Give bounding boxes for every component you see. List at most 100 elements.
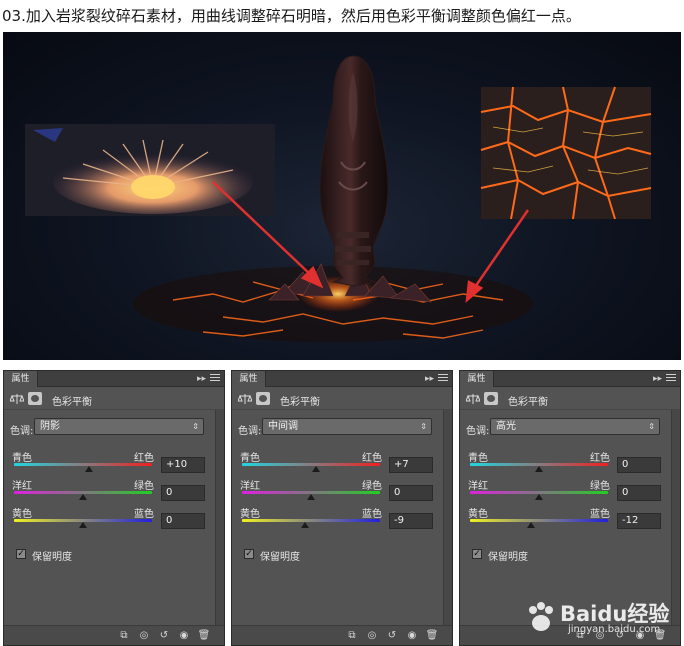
properties-panels: 属性 ▸▸ 色彩平衡色调: 阴影 ⇕ 青色 红色 +10 洋红 绿色 0 黄色 蓝色 0 ✓ 保留明度 ⧉ ◎ ↺ ◉… bbox=[0, 362, 684, 646]
magenta-green-slider-thumb[interactable] bbox=[307, 494, 315, 500]
cyan-red-left-label: 青色 bbox=[12, 453, 32, 464]
collapse-icon[interactable]: ▸▸ bbox=[653, 373, 662, 385]
cyan-red-value-field[interactable]: +7 bbox=[389, 457, 433, 473]
panel-menu-icon[interactable] bbox=[438, 374, 448, 383]
magenta-green-left-label: 洋红 bbox=[240, 481, 260, 492]
yellow-blue-slider-track[interactable] bbox=[470, 519, 608, 522]
eye-icon[interactable]: ◉ bbox=[404, 629, 420, 643]
tone-value: 高光 bbox=[496, 421, 516, 432]
tab-properties[interactable]: 属性 bbox=[232, 371, 266, 387]
magenta-green-slider-thumb[interactable] bbox=[79, 494, 87, 500]
yellow-blue-slider-thumb[interactable] bbox=[79, 522, 87, 528]
layer-mask-icon[interactable] bbox=[256, 392, 270, 405]
clip-to-layer-icon[interactable]: ⧉ bbox=[116, 629, 132, 643]
panel-scrollbar[interactable] bbox=[215, 410, 224, 626]
tone-label: 色调: bbox=[10, 426, 34, 437]
panel-header: 色彩平衡 bbox=[232, 388, 452, 410]
panel-tabbar: 属性 ▸▸ bbox=[460, 371, 680, 387]
tone-value: 阴影 bbox=[40, 421, 60, 432]
tone-dropdown[interactable]: 中间调 ⇕ bbox=[262, 418, 432, 435]
yellow-blue-value-field[interactable]: -9 bbox=[389, 513, 433, 529]
dropdown-arrows-icon: ⇕ bbox=[420, 422, 427, 431]
paw-logo-icon bbox=[529, 602, 553, 631]
view-previous-icon[interactable]: ◎ bbox=[364, 629, 380, 643]
trash-icon[interactable]: 🗑 bbox=[196, 629, 212, 643]
balance-scale-icon bbox=[238, 394, 252, 404]
yellow-blue-value-field[interactable]: -12 bbox=[617, 513, 661, 529]
shard-burst-thumbnail bbox=[25, 124, 275, 216]
dropdown-arrows-icon: ⇕ bbox=[648, 422, 655, 431]
magenta-green-value-field[interactable]: 0 bbox=[617, 485, 661, 501]
collapse-icon[interactable]: ▸▸ bbox=[197, 373, 206, 385]
preserve-luminosity-checkbox[interactable]: ✓ bbox=[16, 549, 26, 559]
panel-menu-icon[interactable] bbox=[666, 374, 676, 383]
lava-texture-thumbnail bbox=[480, 86, 652, 220]
panel-footer: ⧉ ◎ ↺ ◉ 🗑 bbox=[4, 625, 224, 645]
yellow-blue-slider-track[interactable] bbox=[242, 519, 380, 522]
panel-menu-icon[interactable] bbox=[210, 374, 220, 383]
magenta-green-value-field[interactable]: 0 bbox=[389, 485, 433, 501]
magenta-green-right-label: 绿色 bbox=[362, 481, 382, 492]
panel-scrollbar[interactable] bbox=[443, 410, 452, 626]
watermark-url: jingyan.baidu.com bbox=[568, 624, 661, 635]
tone-label: 色调: bbox=[466, 426, 490, 437]
eye-icon[interactable]: ◉ bbox=[176, 629, 192, 643]
panel-title: 色彩平衡 bbox=[52, 397, 92, 408]
yellow-blue-right-label: 蓝色 bbox=[362, 509, 382, 520]
tab-properties[interactable]: 属性 bbox=[460, 371, 494, 387]
panel-title: 色彩平衡 bbox=[280, 397, 320, 408]
panel-scrollbar[interactable] bbox=[671, 410, 680, 626]
yellow-blue-value-field[interactable]: 0 bbox=[161, 513, 205, 529]
dropdown-arrows-icon: ⇕ bbox=[192, 422, 199, 431]
tone-label: 色调: bbox=[238, 426, 262, 437]
baidu-watermark: Baidu经验 jingyan.baidu.com bbox=[524, 598, 674, 638]
balance-scale-icon bbox=[10, 394, 24, 404]
cyan-red-slider-thumb[interactable] bbox=[535, 466, 543, 472]
color-balance-panel-midtones: 属性 ▸▸ 色彩平衡 色调: 中间调 ⇕ 青色 红色 +7 洋红 绿色 0 黄色 蓝色 -9 ✓ 保留明度 ⧉ ◎ ↺… bbox=[231, 370, 453, 646]
tab-properties[interactable]: 属性 bbox=[4, 371, 38, 387]
step-caption: 03.加入岩浆裂纹碎石素材，用曲线调整碎石明暗，然后用色彩平衡调整颜色偏红一点。 bbox=[2, 7, 581, 25]
yellow-blue-right-label: 蓝色 bbox=[590, 509, 610, 520]
trash-icon[interactable]: 🗑 bbox=[424, 629, 440, 643]
reset-icon[interactable]: ↺ bbox=[156, 629, 172, 643]
color-balance-panel-shadows: 属性 ▸▸ 色彩平衡 色调: 阴影 ⇕ 青色 红色 +10 洋红 绿色 0 黄色 蓝色 0 ✓ 保留明度 ⧉ ◎ ↺ ◉… bbox=[3, 370, 225, 646]
panel-header: 色彩平衡 bbox=[4, 388, 224, 410]
cyan-red-value-field[interactable]: +10 bbox=[161, 457, 205, 473]
cyan-red-value-field[interactable]: 0 bbox=[617, 457, 661, 473]
yellow-blue-slider-thumb[interactable] bbox=[526, 522, 535, 528]
clip-to-layer-icon[interactable]: ⧉ bbox=[344, 629, 360, 643]
cyan-red-slider-thumb[interactable] bbox=[311, 466, 320, 472]
preserve-luminosity-checkbox[interactable]: ✓ bbox=[472, 549, 482, 559]
preserve-luminosity-checkbox[interactable]: ✓ bbox=[244, 549, 254, 559]
layer-mask-icon[interactable] bbox=[484, 392, 498, 405]
reset-icon[interactable]: ↺ bbox=[384, 629, 400, 643]
dark-statue bbox=[319, 55, 389, 287]
panel-footer: ⧉ ◎ ↺ ◉ 🗑 bbox=[232, 625, 452, 645]
layer-mask-icon[interactable] bbox=[28, 392, 42, 405]
cyan-red-slider-track[interactable] bbox=[14, 463, 152, 466]
tone-dropdown[interactable]: 阴影 ⇕ bbox=[34, 418, 204, 435]
magenta-green-right-label: 绿色 bbox=[590, 481, 610, 492]
cyan-red-left-label: 青色 bbox=[240, 453, 260, 464]
balance-scale-icon bbox=[466, 394, 480, 404]
view-previous-icon[interactable]: ◎ bbox=[136, 629, 152, 643]
cyan-red-right-label: 红色 bbox=[362, 453, 382, 464]
preserve-luminosity-label: 保留明度 bbox=[488, 552, 528, 563]
yellow-blue-left-label: 黄色 bbox=[240, 509, 260, 520]
panel-tabbar: 属性 ▸▸ bbox=[4, 371, 224, 387]
cyan-red-right-label: 红色 bbox=[590, 453, 610, 464]
tone-dropdown[interactable]: 高光 ⇕ bbox=[490, 418, 660, 435]
panel-header: 色彩平衡 bbox=[460, 388, 680, 410]
collapse-icon[interactable]: ▸▸ bbox=[425, 373, 434, 385]
yellow-blue-slider-thumb[interactable] bbox=[300, 522, 309, 528]
preserve-luminosity-label: 保留明度 bbox=[32, 552, 72, 563]
cyan-red-right-label: 红色 bbox=[134, 453, 154, 464]
magenta-green-value-field[interactable]: 0 bbox=[161, 485, 205, 501]
tone-value: 中间调 bbox=[268, 421, 298, 432]
yellow-blue-left-label: 黄色 bbox=[468, 509, 488, 520]
panel-tabbar: 属性 ▸▸ bbox=[232, 371, 452, 387]
cyan-red-slider-thumb[interactable] bbox=[84, 466, 93, 472]
magenta-green-right-label: 绿色 bbox=[134, 481, 154, 492]
composite-artwork bbox=[3, 32, 681, 360]
magenta-green-slider-thumb[interactable] bbox=[535, 494, 543, 500]
